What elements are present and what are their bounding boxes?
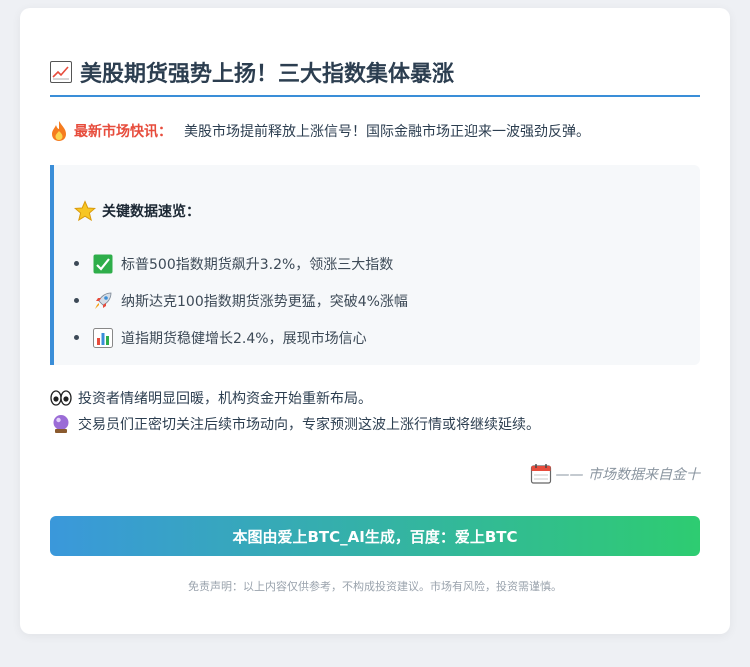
list-item: 纳斯达克100指数期货涨势更猛，突破4%涨幅 — [74, 282, 408, 319]
rocket-icon — [95, 292, 112, 309]
eyes-icon — [50, 390, 72, 406]
panel-heading: 关键数据速览： — [74, 200, 200, 222]
page-title: 美股期货强势上扬！三大指数集体暴涨 — [80, 62, 455, 87]
bar-chart-icon — [93, 327, 113, 348]
note-line: 投资者情绪明显回暖，机构资金开始重新布局。 — [50, 385, 540, 411]
note-text: 交易员们正密切关注后续市场动向，专家预测这波上涨行情或将继续延续。 — [78, 417, 540, 433]
note-line: 交易员们正密切关注后续市场动向，专家预测这波上涨行情或将继续延续。 — [50, 411, 540, 437]
panel-heading-text: 关键数据速览： — [102, 204, 200, 220]
bullet-dot — [74, 335, 79, 340]
star-icon — [74, 200, 96, 222]
title-divider — [50, 95, 700, 97]
check-chart-icon — [93, 254, 113, 273]
note-text: 投资者情绪明显回暖，机构资金开始重新布局。 — [78, 391, 372, 407]
flash-label: 最新市场快讯： — [74, 124, 172, 140]
list-item: 道指期货稳健增长2.4%，展现市场信心 — [74, 319, 408, 356]
list-item-text: 道指期货稳健增长2.4%，展现市场信心 — [121, 330, 367, 347]
flash-text: 美股市场提前释放上涨信号！国际金融市场正迎来一波强劲反弹。 — [184, 124, 590, 140]
calendar-icon — [530, 464, 551, 484]
bullet-dot — [74, 298, 79, 303]
bullet-dot — [74, 261, 79, 266]
list-item: 标普500指数期货飙升3.2%，领涨三大指数 — [74, 245, 408, 282]
news-card: 美股期货强势上扬！三大指数集体暴涨 最新市场快讯： 美股市场提前释放上涨信号！国… — [20, 8, 730, 634]
list-item-text: 纳斯达克100指数期货涨势更猛，突破4%涨幅 — [121, 293, 408, 310]
title-row: 美股期货强势上扬！三大指数集体暴涨 — [50, 56, 454, 88]
list-item-text: 标普500指数期货飙升3.2%，领涨三大指数 — [121, 256, 394, 273]
key-data-panel: 关键数据速览： 标普500指数期货飙升3.2%，领涨三大指数 纳斯达克100指数… — [50, 165, 700, 365]
chart-up-icon — [50, 61, 72, 83]
disclaimer: 免责声明：以上内容仅供参考，不构成投资建议。市场有风险，投资需谨慎。 — [188, 580, 562, 593]
source-text: —— 市场数据来自金十 — [555, 467, 700, 483]
flash-news: 最新市场快讯： 美股市场提前释放上涨信号！国际金融市场正迎来一波强劲反弹。 — [50, 120, 590, 142]
crystal-ball-icon — [53, 415, 69, 433]
data-source: —— 市场数据来自金十 — [530, 463, 700, 485]
generator-banner: 本图由爱上BTC_AI生成，百度：爱上BTC — [50, 516, 700, 556]
fire-icon — [52, 121, 66, 141]
key-data-list: 标普500指数期货飙升3.2%，领涨三大指数 纳斯达克100指数期货涨势更猛，突… — [74, 245, 408, 356]
market-notes: 投资者情绪明显回暖，机构资金开始重新布局。 交易员们正密切关注后续市场动向，专家… — [50, 385, 540, 437]
